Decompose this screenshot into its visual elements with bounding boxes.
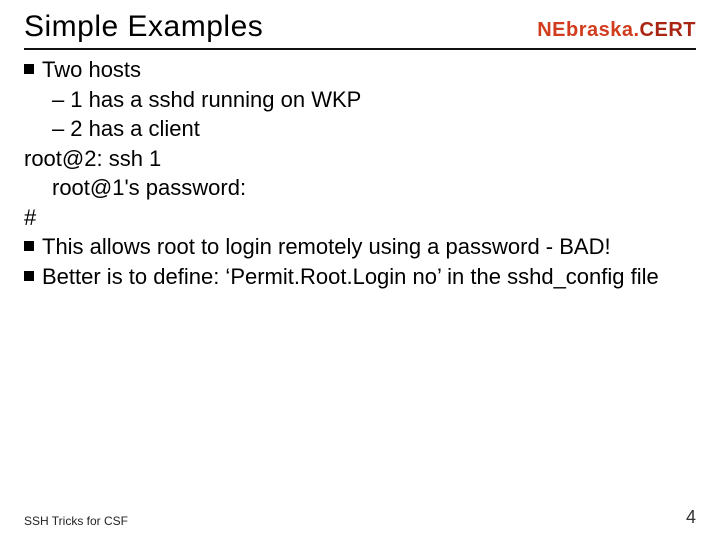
dash-bullet-icon: – [52, 115, 64, 143]
slide-body: Two hosts – 1 has a sshd running on WKP … [24, 56, 696, 290]
code-line: # [24, 204, 696, 232]
brand-part1: NEbraska. [537, 19, 639, 41]
footer-text: SSH Tricks for CSF [24, 514, 128, 528]
slide: Simple Examples NEbraska.CERT Two hosts … [0, 0, 720, 540]
slide-title: Simple Examples [24, 10, 263, 44]
brand-logo: NEbraska.CERT [537, 19, 696, 42]
divider [24, 48, 696, 50]
list-item: – 1 has a sshd running on WKP [52, 86, 696, 114]
title-row: Simple Examples NEbraska.CERT [24, 10, 696, 44]
footer: SSH Tricks for CSF 4 [24, 507, 696, 528]
square-bullet-icon [24, 271, 34, 281]
list-item: – 2 has a client [52, 115, 696, 143]
code-line: root@1's password: [52, 174, 696, 202]
subitem-text: 1 has a sshd running on WKP [70, 86, 696, 114]
code-line: root@2: ssh 1 [24, 145, 696, 173]
bullet-text: Two hosts [42, 56, 696, 84]
bullet-text: This allows root to login remotely using… [42, 233, 696, 261]
subitem-text: 2 has a client [70, 115, 696, 143]
bullet-text: Better is to define: ‘Permit.Root.Login … [42, 263, 696, 291]
list-item: This allows root to login remotely using… [24, 233, 696, 261]
dash-bullet-icon: – [52, 86, 64, 114]
brand-part2: CERT [640, 19, 696, 41]
square-bullet-icon [24, 64, 34, 74]
page-number: 4 [686, 507, 696, 528]
list-item: Two hosts [24, 56, 696, 84]
list-item: Better is to define: ‘Permit.Root.Login … [24, 263, 696, 291]
square-bullet-icon [24, 241, 34, 251]
